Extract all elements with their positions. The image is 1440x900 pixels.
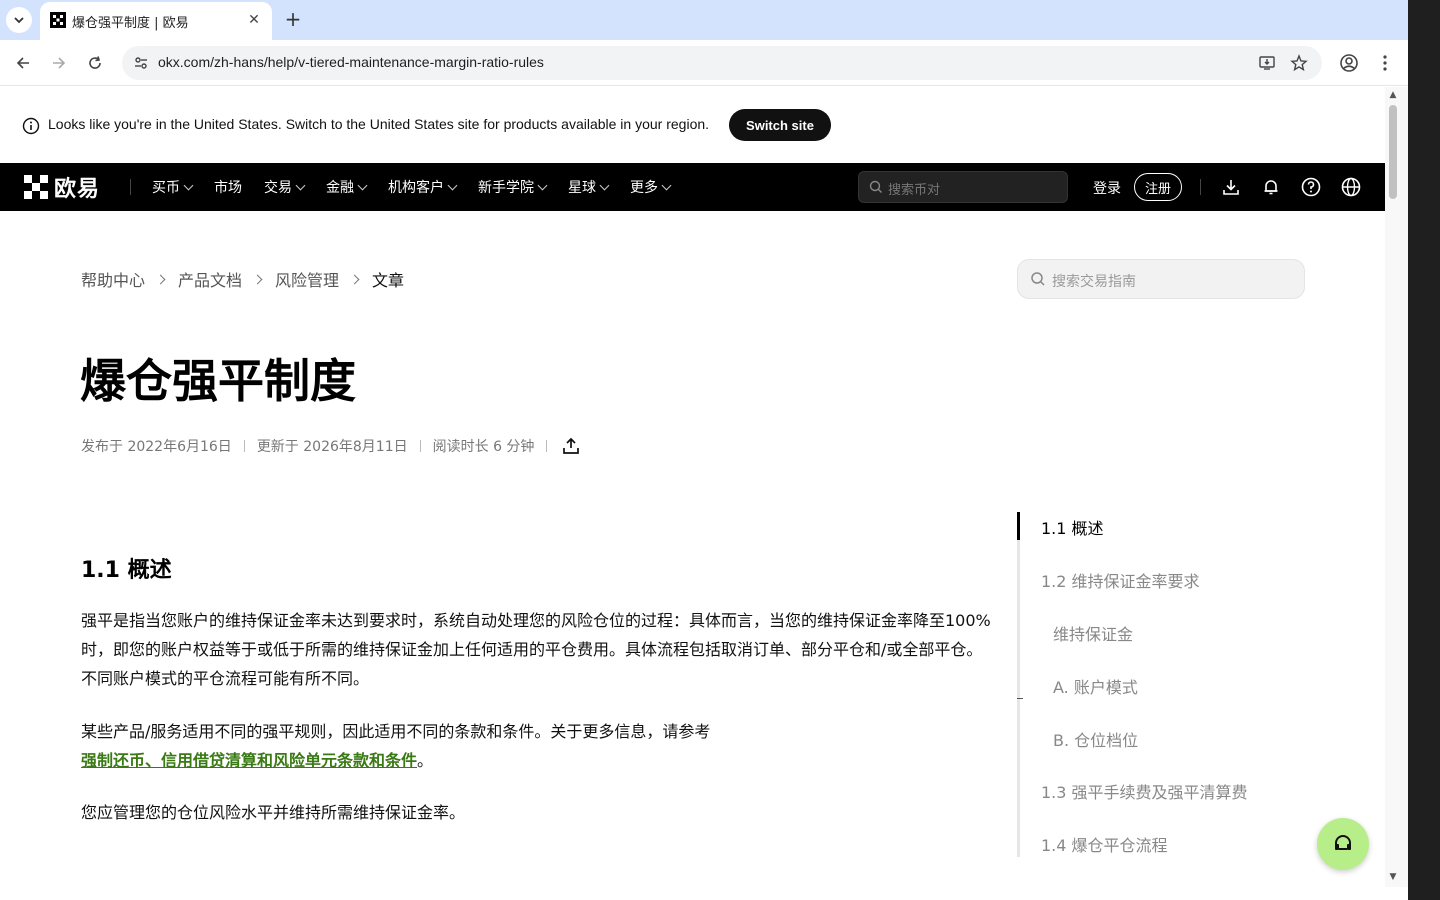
help-search-placeholder: 搜索交易指南: [1052, 274, 1136, 290]
scroll-up-icon[interactable]: ▲: [1387, 90, 1399, 100]
nav-menu: 买币 市场 交易 金融 机构客户 新手学院 星球 更多: [152, 163, 692, 211]
meta-divider: [243, 440, 245, 452]
chevron-down-icon: [537, 180, 548, 190]
share-icon[interactable]: [561, 436, 581, 456]
globe-icon[interactable]: [1340, 176, 1362, 198]
article-meta: 发布于 2022年6月16日 更新于 2026年8月11日 阅读时长 6 分钟: [81, 436, 581, 456]
toc-item-liquidation-process[interactable]: 1.4 爆仓平仓流程: [1041, 832, 1168, 856]
article-paragraph-1: 强平是指当您账户的维持保证金率未达到要求时，系统自动处理您的风险仓位的过程：具体…: [81, 611, 991, 688]
nav-item-more[interactable]: 更多: [630, 177, 672, 197]
chevron-right-icon: [252, 274, 263, 284]
chevron-down-icon: [357, 180, 368, 190]
tab-title: 爆仓强平制度 | 欧易: [72, 16, 189, 31]
region-banner: Looks like you're in the United States. …: [0, 87, 1385, 163]
chevron-down-icon: [447, 180, 458, 190]
okx-logo[interactable]: 欧易: [24, 175, 100, 202]
toc-item-position-tier[interactable]: B. 仓位档位: [1053, 727, 1138, 751]
section-heading: 1.1 概述: [81, 558, 172, 583]
chevron-down-icon: [661, 180, 672, 190]
page-scrollbar[interactable]: ▲ ▼: [1385, 87, 1408, 887]
chevron-right-icon: [155, 274, 166, 284]
nav-item-academy[interactable]: 新手学院: [478, 177, 548, 197]
profile-icon[interactable]: [1337, 51, 1361, 75]
breadcrumb: 帮助中心 产品文档 风险管理 文章: [81, 267, 404, 291]
search-icon: [1031, 272, 1045, 286]
nav-divider: [1200, 179, 1201, 195]
close-tab-icon[interactable]: ✕: [244, 10, 264, 30]
meta-divider: [546, 440, 548, 452]
breadcrumb-product-docs[interactable]: 产品文档: [178, 267, 242, 291]
okx-favicon-icon: [50, 12, 66, 28]
browser-menu-icon[interactable]: [1373, 51, 1397, 75]
table-of-contents: 1.1 概述 1.2 维持保证金率要求 维持保证金 A. 账户模式 B. 仓位档…: [1017, 512, 1317, 857]
install-app-icon[interactable]: [1256, 52, 1278, 74]
article-paragraph-3: 您应管理您的仓位风险水平并维持所需维持保证金率。: [81, 803, 466, 822]
browser-window: 爆仓强平制度 | 欧易 ✕ + okx.com/zh-hans/help/v-t…: [0, 0, 1408, 900]
updated-date: 更新于 2026年8月11日: [256, 439, 408, 455]
bell-icon[interactable]: [1260, 176, 1282, 198]
headset-icon: [1335, 835, 1351, 850]
desktop-edge: [1408, 0, 1440, 900]
published-date: 发布于 2022年6月16日: [81, 439, 232, 455]
okx-logo-icon: [24, 175, 48, 199]
chevron-down-icon: [599, 180, 610, 190]
region-banner-message: Looks like you're in the United States. …: [48, 116, 710, 132]
tab-strip: 爆仓强平制度 | 欧易 ✕ +: [0, 0, 1408, 40]
help-icon[interactable]: [1300, 176, 1322, 198]
toc-tick: [1017, 698, 1023, 699]
browser-tab[interactable]: 爆仓强平制度 | 欧易 ✕: [40, 2, 272, 40]
toc-active-indicator: [1017, 512, 1020, 540]
reload-icon[interactable]: [83, 51, 107, 75]
register-button[interactable]: 注册: [1134, 173, 1182, 201]
breadcrumb-risk-management[interactable]: 风险管理: [275, 267, 339, 291]
toc-item-account-mode[interactable]: A. 账户模式: [1053, 674, 1138, 698]
pair-search-placeholder: 搜索币对: [888, 183, 941, 198]
nav-item-market[interactable]: 市场: [214, 177, 242, 197]
logo-text: 欧易: [54, 177, 101, 202]
site-navbar: 欧易 买币 市场 交易 金融 机构客户 新手学院 星球 更多 搜索币对 登录 注…: [0, 163, 1385, 211]
nav-item-planet[interactable]: 星球: [568, 177, 610, 197]
forward-icon[interactable]: [47, 51, 71, 75]
login-link[interactable]: 登录: [1093, 178, 1121, 198]
toc-item-liquidation-fees[interactable]: 1.3 强平手续费及强平清算费: [1041, 779, 1248, 803]
breadcrumb-help-center[interactable]: 帮助中心: [81, 267, 145, 291]
bookmark-star-icon[interactable]: [1288, 52, 1310, 74]
browser-toolbar: okx.com/zh-hans/help/v-tiered-maintenanc…: [0, 40, 1408, 86]
nav-item-finance[interactable]: 金融: [326, 177, 368, 197]
customer-support-button[interactable]: [1317, 818, 1369, 870]
nav-item-trade[interactable]: 交易: [264, 177, 306, 197]
terms-link[interactable]: 强制还币、信用借贷清算和风险单元条款和条件: [81, 751, 417, 770]
new-tab-button[interactable]: +: [282, 7, 304, 31]
page-title: 爆仓强平制度: [80, 354, 356, 408]
address-bar[interactable]: okx.com/zh-hans/help/v-tiered-maintenanc…: [122, 46, 1322, 80]
chevron-down-icon: [295, 180, 306, 190]
tab-search-button[interactable]: [6, 7, 32, 33]
chevron-down-icon: [14, 17, 24, 24]
url-text: okx.com/zh-hans/help/v-tiered-maintenanc…: [158, 54, 544, 70]
search-icon: [869, 180, 882, 193]
read-time: 阅读时长 6 分钟: [432, 439, 535, 455]
chevron-down-icon: [183, 180, 194, 190]
switch-site-button[interactable]: Switch site: [729, 109, 831, 141]
chevron-right-icon: [349, 274, 360, 284]
download-icon[interactable]: [1220, 176, 1242, 198]
page-viewport: Looks like you're in the United States. …: [0, 87, 1385, 887]
site-info-icon[interactable]: [130, 52, 152, 74]
breadcrumb-current: 文章: [372, 271, 405, 290]
pair-search-input[interactable]: 搜索币对: [858, 171, 1068, 203]
nav-item-buy-crypto[interactable]: 买币: [152, 177, 194, 197]
toc-item-overview[interactable]: 1.1 概述: [1041, 515, 1104, 539]
help-search-input[interactable]: 搜索交易指南: [1017, 259, 1305, 299]
meta-divider: [419, 440, 421, 452]
scroll-down-icon[interactable]: ▼: [1387, 872, 1399, 882]
scroll-thumb[interactable]: [1389, 105, 1397, 199]
nav-divider: [130, 179, 131, 195]
nav-item-institutional[interactable]: 机构客户: [388, 177, 458, 197]
toc-item-maintenance-margin[interactable]: 维持保证金: [1053, 621, 1133, 645]
back-icon[interactable]: [11, 51, 35, 75]
toc-item-mmr-requirements[interactable]: 1.2 维持保证金率要求: [1041, 568, 1200, 592]
info-icon: [22, 117, 40, 135]
article-paragraph-2: 某些产品/服务适用不同的强平规则，因此适用不同的条款和条件。关于更多信息，请参考…: [81, 722, 711, 770]
